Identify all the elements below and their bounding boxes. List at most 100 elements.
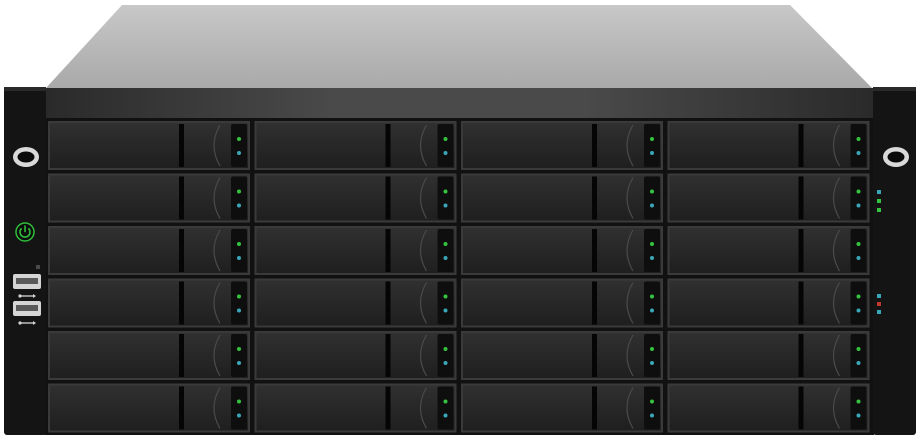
- activity-led: [443, 189, 448, 194]
- drive-bay[interactable]: [667, 173, 870, 223]
- led-panel: [437, 334, 454, 377]
- activity-led: [237, 242, 241, 246]
- led-panel: [231, 229, 247, 272]
- status-led: [443, 413, 448, 418]
- indicator-dot: [36, 265, 40, 269]
- drive-bay[interactable]: [461, 121, 663, 170]
- drive-bay[interactable]: [254, 226, 457, 275]
- led-panel: [850, 229, 867, 272]
- drive-bay[interactable]: [461, 278, 663, 328]
- status-led: [856, 203, 861, 208]
- tray-slot: [798, 124, 804, 167]
- status-led: [856, 413, 861, 418]
- status-led: [856, 151, 861, 155]
- drive-bay[interactable]: [667, 383, 870, 433]
- tray-slot: [798, 281, 804, 325]
- drive-bay[interactable]: [461, 383, 663, 433]
- activity-led: [650, 189, 654, 194]
- led-panel: [644, 281, 660, 325]
- status-led: [650, 361, 654, 365]
- tray-slot: [385, 386, 391, 430]
- led-panel: [437, 386, 454, 430]
- right-rack-ear: [873, 87, 916, 435]
- drive-bay[interactable]: [48, 383, 250, 433]
- status-led: [237, 413, 241, 418]
- activity-led: [856, 399, 861, 404]
- drive-bay[interactable]: [461, 331, 663, 380]
- drive-bay[interactable]: [254, 121, 457, 170]
- tray-slot: [179, 176, 184, 220]
- tray-slot: [592, 229, 597, 272]
- led-panel: [850, 124, 867, 167]
- tray-slot: [798, 386, 804, 430]
- drive-bay[interactable]: [667, 331, 870, 380]
- status-led: [443, 151, 448, 155]
- led-panel: [850, 334, 867, 377]
- status-indicator-icon: [877, 294, 881, 314]
- activity-led: [443, 294, 448, 299]
- status-led: [443, 203, 448, 208]
- status-led: [443, 361, 448, 365]
- drive-bay[interactable]: [254, 173, 457, 223]
- status-led: [856, 361, 861, 365]
- activity-led: [856, 294, 861, 299]
- activity-led: [443, 347, 448, 351]
- drive-bay[interactable]: [48, 121, 250, 170]
- mounting-hole-icon: [883, 147, 909, 167]
- status-led: [237, 308, 241, 313]
- activity-led: [650, 399, 654, 404]
- status-indicator-icon: [877, 190, 881, 212]
- tray-slot: [798, 229, 804, 272]
- led-panel: [644, 334, 660, 377]
- drive-bay[interactable]: [48, 226, 250, 275]
- drive-bay[interactable]: [461, 226, 663, 275]
- tray-slot: [798, 334, 804, 377]
- status-led: [237, 361, 241, 365]
- status-led: [650, 413, 654, 418]
- led-panel: [231, 334, 247, 377]
- drive-bay[interactable]: [667, 121, 870, 170]
- front-lip: [44, 88, 874, 118]
- drive-bay[interactable]: [667, 226, 870, 275]
- drive-bay[interactable]: [254, 383, 457, 433]
- usb-port-icon[interactable]: [13, 301, 41, 316]
- led-panel: [231, 281, 247, 325]
- tray-slot: [592, 386, 597, 430]
- drive-bay[interactable]: [48, 278, 250, 328]
- led-panel: [437, 229, 454, 272]
- status-led: [650, 203, 654, 208]
- led-panel: [644, 124, 660, 167]
- drive-bay[interactable]: [461, 173, 663, 223]
- drive-bay[interactable]: [48, 173, 250, 223]
- led-panel: [437, 281, 454, 325]
- tray-slot: [179, 124, 184, 167]
- drive-bay[interactable]: [254, 278, 457, 328]
- tray-slot: [385, 334, 391, 377]
- storage-server-chassis: [4, 5, 916, 435]
- mounting-hole-icon: [13, 147, 39, 167]
- tray-slot: [179, 281, 184, 325]
- activity-led: [443, 399, 448, 404]
- led-panel: [850, 281, 867, 325]
- power-button-icon[interactable]: [15, 222, 35, 242]
- activity-led: [650, 347, 654, 351]
- activity-led: [237, 189, 241, 194]
- tray-slot: [385, 229, 391, 272]
- tray-slot: [385, 124, 391, 167]
- tray-slot: [798, 176, 804, 220]
- drive-bay[interactable]: [254, 331, 457, 380]
- tray-slot: [592, 124, 597, 167]
- activity-led: [237, 137, 241, 141]
- led-panel: [644, 176, 660, 220]
- drive-bay[interactable]: [48, 331, 250, 380]
- drive-bay[interactable]: [667, 278, 870, 328]
- status-led: [237, 203, 241, 208]
- usb-port-icon[interactable]: [13, 274, 41, 289]
- status-led: [650, 256, 654, 260]
- top-cover: [46, 5, 872, 88]
- led-panel: [231, 386, 247, 430]
- status-led: [650, 151, 654, 155]
- status-led: [856, 256, 861, 260]
- tray-slot: [592, 176, 597, 220]
- activity-led: [856, 189, 861, 194]
